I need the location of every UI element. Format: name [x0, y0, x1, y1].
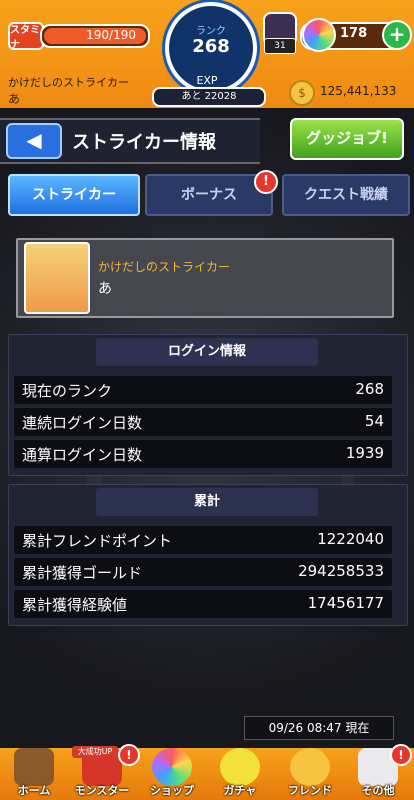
nav-label: ガチャ [223, 784, 257, 797]
timestamp: 09/26 08:47 現在 [244, 716, 394, 740]
stat-row: 累計獲得経験値 17456177 [14, 590, 392, 618]
stat-label: 累計フレンドポイント [22, 532, 173, 550]
nav-label: モンスター [74, 784, 130, 797]
nav-gacha[interactable]: ガチャ [210, 748, 270, 800]
stat-label: 累計獲得ゴールド [22, 564, 143, 582]
stamina-icon: スタミナ [8, 22, 44, 51]
shop-icon [152, 748, 192, 786]
exp-remaining: あと 22028 [152, 87, 266, 107]
stat-value: 1222040 [317, 530, 384, 548]
stat-label: 累計獲得経験値 [22, 596, 128, 614]
user-title: かけだしのストライカー [8, 76, 129, 89]
stat-label: 現在のランク [22, 382, 113, 400]
back-button[interactable]: ◀ [6, 123, 62, 159]
nav-label: フレンド [288, 784, 332, 797]
stat-label: 連続ログイン日数 [22, 414, 143, 432]
rank-label: ランク [196, 26, 226, 37]
tab-quest-record[interactable]: クエスト戦績 [282, 174, 410, 216]
orb-icon [302, 18, 336, 52]
item-box-count: 31 [264, 38, 296, 54]
nav-label: ショップ [150, 784, 194, 797]
nav-friend[interactable]: フレンド [280, 748, 340, 800]
totals-title: 累計 [96, 488, 318, 516]
gold-icon: $ [289, 80, 315, 106]
stat-value: 294258533 [298, 562, 384, 580]
login-info-title: ログイン情報 [96, 338, 318, 366]
orb-count: 178 [340, 26, 368, 41]
stat-value: 268 [355, 380, 384, 398]
nav-home[interactable]: ホーム [4, 748, 64, 800]
exp-label: EXP [196, 74, 218, 87]
profile-name: あ [98, 281, 112, 297]
nav-badge: ! [118, 744, 140, 766]
profile-title: かけだしのストライカー [98, 260, 231, 274]
nav-label: その他 [361, 784, 395, 797]
notification-badge: ! [254, 170, 278, 194]
stat-row: 累計獲得ゴールド 294258533 [14, 558, 392, 586]
friend-icon [290, 748, 330, 786]
stat-value: 17456177 [307, 594, 384, 612]
user-name: あ [8, 92, 21, 106]
home-icon [14, 748, 54, 786]
tab-striker[interactable]: ストライカー [8, 174, 140, 216]
gacha-icon [220, 748, 260, 786]
stat-label: 通算ログイン日数 [22, 446, 143, 464]
stat-row: 累計フレンドポイント 1222040 [14, 526, 392, 554]
rank-value: 268 [192, 36, 230, 57]
bonus-tag: 大成功UP [72, 746, 118, 758]
gold-value: 125,441,133 [320, 84, 397, 98]
nav-badge: ! [390, 744, 412, 766]
nav-shop[interactable]: ショップ [142, 748, 202, 800]
stamina-text: 190/190 [86, 28, 136, 42]
avatar[interactable] [24, 242, 90, 314]
good-job-button[interactable]: グッジョブ! [290, 118, 404, 160]
page-title: ストライカー情報 [72, 132, 216, 153]
stat-value: 54 [364, 412, 384, 430]
nav-label: ホーム [17, 784, 51, 797]
stat-row: 連続ログイン日数 54 [14, 408, 392, 436]
stat-row: 現在のランク 268 [14, 376, 392, 404]
stat-value: 1939 [345, 444, 384, 462]
stamina-bar: 190/190 [40, 24, 150, 48]
buy-orb-button[interactable]: + [382, 20, 412, 50]
stat-row: 通算ログイン日数 1939 [14, 440, 392, 468]
